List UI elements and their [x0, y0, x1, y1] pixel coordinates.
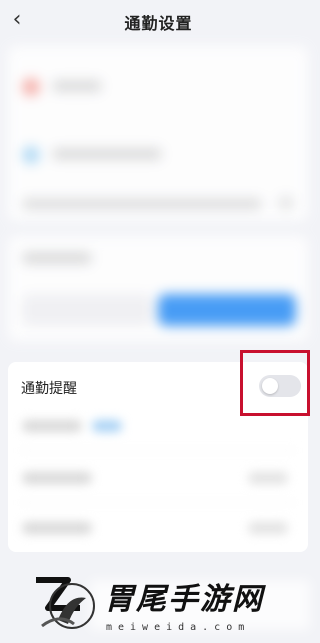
blurred-card-location — [8, 46, 308, 221]
blurred-reminder-options — [8, 406, 308, 552]
page-title: 通勤设置 — [124, 14, 193, 33]
watermark-subtext: meiweida.com — [106, 622, 251, 633]
blurred-settings-area — [0, 40, 317, 350]
blurred-card-transport — [8, 236, 308, 341]
watermark-text: 胃尾手游网 — [104, 582, 264, 617]
commute-reminder-label: 通勤提醒 — [21, 381, 77, 397]
watermark: 胃尾手游网 meiweida.com — [0, 560, 317, 643]
top-bar: ‹ 通勤设置 — [0, 0, 317, 42]
annotation-highlight-box — [240, 350, 310, 416]
watermark-logo-icon — [36, 577, 95, 629]
